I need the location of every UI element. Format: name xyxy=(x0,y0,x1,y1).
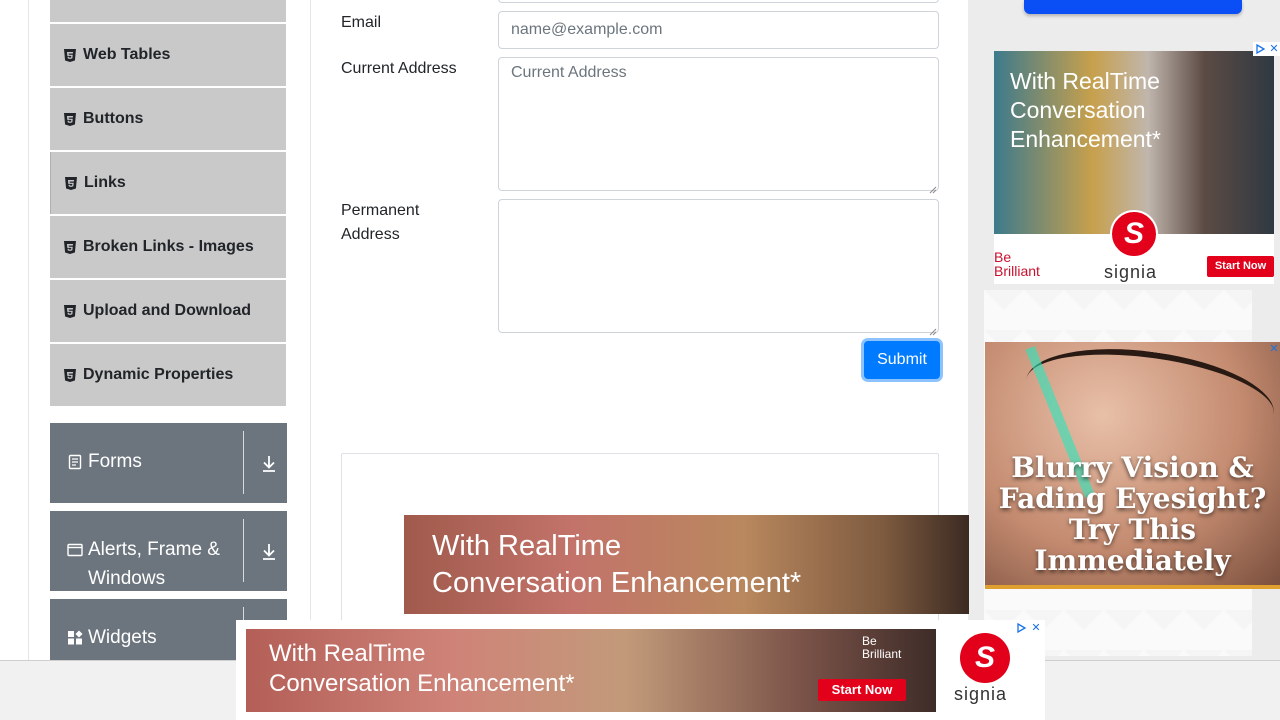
html5-icon xyxy=(64,112,76,126)
permanent-address-label: Permanent xyxy=(341,202,420,219)
html5-icon xyxy=(64,304,76,318)
sidebar-item-upload-download[interactable]: Upload and Download xyxy=(50,280,286,342)
permanent-address-label-line2: Address xyxy=(341,226,400,243)
adchoices-icon[interactable] xyxy=(1014,621,1028,635)
ad-center-banner[interactable]: With RealTime Conversation Enhancement* xyxy=(404,515,969,614)
ad-tagline: Be Brilliant xyxy=(862,634,902,661)
sidebar-item-label: Web Tables xyxy=(83,46,171,63)
sidebar-item-buttons[interactable]: Buttons xyxy=(50,88,286,150)
sidebar-item-web-tables[interactable]: Web Tables xyxy=(50,24,286,86)
html5-icon xyxy=(64,48,76,62)
ad-close-icon[interactable]: ✕ xyxy=(1029,621,1043,635)
sidebar-item-label: Buttons xyxy=(83,110,144,127)
submit-button[interactable]: Submit xyxy=(864,341,940,379)
sidebar-group-forms[interactable]: Forms xyxy=(50,423,287,503)
full-name-field[interactable] xyxy=(498,0,939,3)
current-address-field[interactable] xyxy=(498,57,939,191)
email-field[interactable] xyxy=(498,11,939,49)
ad-bottom-banner[interactable]: With RealTime Conversation Enhancement* … xyxy=(246,629,936,712)
download-arrow-icon[interactable] xyxy=(260,542,278,562)
download-arrow-icon[interactable] xyxy=(260,454,278,474)
sidebar-item-label: Upload and Download xyxy=(83,302,251,319)
ad-brand-name: signia xyxy=(1104,262,1158,282)
ad-close-icon[interactable]: ✕ xyxy=(1267,42,1280,56)
resize-grip-icon[interactable] xyxy=(929,181,937,194)
html5-icon xyxy=(64,368,76,382)
sidebar-item-previous[interactable] xyxy=(50,0,286,22)
signia-logo-icon: S xyxy=(960,633,1010,683)
ad-right-top[interactable]: With RealTime Conversation Enhancement* … xyxy=(994,51,1274,284)
current-address-label: Current Address xyxy=(341,60,457,77)
signia-logo-icon: S xyxy=(1110,210,1158,258)
group-divider xyxy=(243,519,244,582)
sidebar-group-alerts[interactable]: Alerts, Frame & Windows xyxy=(50,511,287,591)
html5-icon xyxy=(65,176,77,190)
ad-close-icon[interactable]: ✕ xyxy=(1267,342,1280,356)
sidebar-group-label: Widgets xyxy=(88,627,157,648)
ad-tagline: Be Brilliant xyxy=(994,249,1040,279)
sidebar-group-label-line2: Windows xyxy=(88,568,166,589)
sidebar-item-label: Broken Links - Images xyxy=(83,238,254,255)
ad-headline: With RealTime Conversation Enhancement* xyxy=(1010,68,1161,152)
ad-right-middle[interactable]: Blurry Vision & Fading Eyesight? Try Thi… xyxy=(985,342,1280,589)
html5-icon xyxy=(64,240,76,254)
group-divider xyxy=(243,431,244,494)
ad-photo xyxy=(1019,342,1280,459)
form-icon xyxy=(67,454,83,470)
ad-headline: With RealTime Conversation Enhancement* xyxy=(432,530,802,599)
ad-cta-button[interactable]: Start Now xyxy=(818,679,906,701)
resize-grip-icon[interactable] xyxy=(929,323,937,336)
widgets-icon xyxy=(67,630,83,646)
sidebar-item-dynamic-properties[interactable]: Dynamic Properties xyxy=(50,344,286,406)
permanent-address-field[interactable] xyxy=(498,199,939,333)
content-divider xyxy=(310,0,311,660)
sidebar-group-label: Forms xyxy=(88,451,142,472)
sidebar-item-broken-links[interactable]: Broken Links - Images xyxy=(50,216,286,278)
ad-headline: Blurry Vision & Fading Eyesight? Try Thi… xyxy=(998,451,1267,577)
ad-headline: With RealTime Conversation Enhancement* xyxy=(269,640,575,697)
window-icon xyxy=(67,542,83,558)
ad-top-button[interactable] xyxy=(1024,0,1242,14)
sidebar-item-links[interactable]: Links xyxy=(50,152,286,214)
adchoices-icon[interactable] xyxy=(1253,42,1267,56)
sidebar-group-label: Alerts, Frame & xyxy=(88,539,220,560)
sidebar-item-label: Links xyxy=(84,174,126,191)
sidebar-item-label: Dynamic Properties xyxy=(83,366,234,383)
ad-brand-name: signia xyxy=(954,684,1008,704)
ad-cta-button[interactable]: Start Now xyxy=(1207,256,1274,277)
left-gutter-divider xyxy=(28,0,29,660)
email-label: Email xyxy=(341,14,382,31)
